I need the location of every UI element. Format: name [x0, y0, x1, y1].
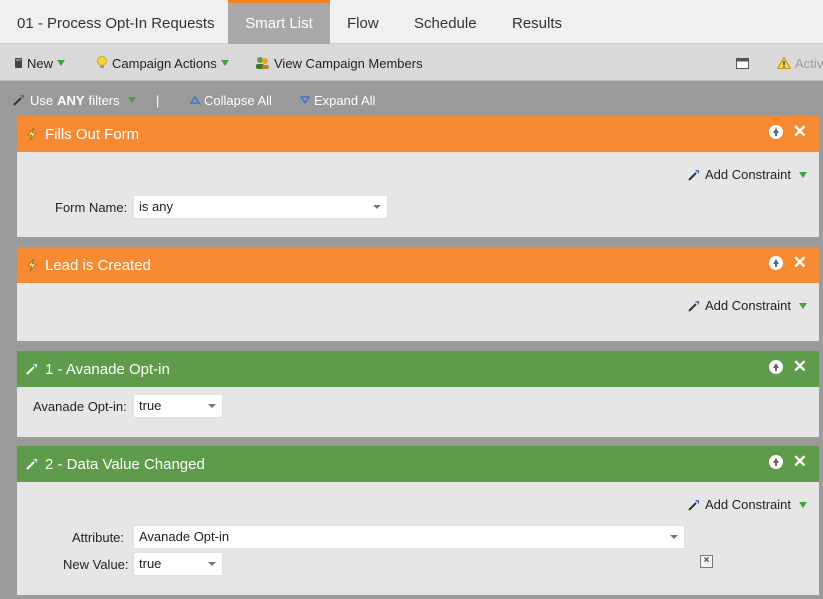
tab-bar: 01 - Process Opt-In Requests Smart List … [0, 0, 823, 44]
lightbulb-icon [97, 56, 107, 68]
warning-icon [777, 57, 791, 69]
add-constraint-label: Add Constraint [705, 298, 791, 313]
chevron-down-icon [373, 205, 381, 209]
filterbar-divider: | [156, 92, 160, 108]
add-constraint-label: Add Constraint [705, 167, 791, 182]
move-up-icon[interactable] [768, 256, 783, 270]
remove-constraint-icon[interactable]: × [700, 555, 713, 568]
attribute-value: Avanade Opt-in [139, 529, 230, 544]
new-value-label: New Value: [63, 557, 129, 572]
trigger-lightning-icon [27, 258, 37, 272]
chevron-down-icon [57, 60, 66, 66]
chevron-down-icon [799, 302, 807, 309]
filter-header[interactable]: Fills Out Form ✕ [17, 116, 819, 152]
expand-icon [300, 96, 310, 104]
view-campaign-members-button[interactable]: View Campaign Members [255, 54, 423, 72]
new-value-value: true [139, 556, 162, 571]
chevron-down-icon [127, 97, 136, 103]
filter-header[interactable]: 2 - Data Value Changed ✕ [17, 446, 819, 482]
toolbar: New Campaign Actions View Campaign Membe… [0, 44, 823, 120]
trigger-lightning-icon [27, 127, 37, 141]
campaign-actions-label: Campaign Actions [112, 55, 217, 71]
filter-title: Lead is Created [45, 256, 151, 274]
form-name-value: is any [139, 199, 173, 214]
add-constraint-button[interactable]: Add Constraint [687, 298, 807, 313]
tab-smart-list[interactable]: Smart List [228, 0, 330, 44]
avanade-opt-in-value: true [139, 398, 162, 413]
filter-wand-icon [688, 169, 699, 181]
filter-title: 2 - Data Value Changed [45, 455, 205, 473]
filter-header[interactable]: 1 - Avanade Opt-in ✕ [17, 351, 819, 387]
members-icon [256, 57, 269, 69]
filter-header[interactable]: Lead is Created ✕ [17, 247, 819, 283]
collapse-all-label: Collapse All [204, 92, 272, 108]
avanade-opt-in-label: Avanade Opt-in: [33, 399, 127, 414]
new-icon [15, 58, 22, 68]
attribute-label: Attribute: [72, 530, 125, 545]
close-icon[interactable]: ✕ [793, 358, 807, 375]
view-campaign-members-label: View Campaign Members [274, 55, 423, 71]
status-indicator: Activ [777, 54, 823, 72]
filter-wand-icon [688, 499, 699, 511]
window-button[interactable] [736, 54, 749, 72]
use-any-filters-button[interactable]: Use ANY filters [12, 91, 136, 109]
move-up-icon[interactable] [768, 455, 783, 469]
filter-wand-icon [26, 459, 37, 470]
form-name-select[interactable]: is any [133, 195, 388, 219]
filter-card-lead-is-created: Lead is Created ✕ Add Constraint [17, 247, 819, 341]
filter-card-avanade-opt-in: 1 - Avanade Opt-in ✕ Avanade Opt-in: tru… [17, 351, 819, 437]
campaign-actions-button[interactable]: Campaign Actions [96, 54, 229, 72]
close-icon[interactable]: ✕ [793, 453, 807, 470]
chevron-down-icon [799, 501, 807, 508]
new-label: New [27, 55, 54, 71]
filter-bar: Use ANY filters | Collapse All Expand Al… [0, 82, 823, 116]
filter-title: 1 - Avanade Opt-in [45, 360, 170, 378]
tab-schedule[interactable]: Schedule [414, 0, 477, 44]
add-constraint-button[interactable]: Add Constraint [687, 167, 807, 182]
tab-results[interactable]: Results [512, 0, 562, 44]
attribute-select[interactable]: Avanade Opt-in [133, 525, 685, 549]
avanade-opt-in-select[interactable]: true [133, 394, 223, 418]
window-icon [736, 57, 749, 69]
use-any-keyword: ANY [57, 92, 85, 108]
chevron-down-icon [670, 535, 678, 539]
new-button[interactable]: New [14, 54, 66, 72]
use-prefix: Use [30, 92, 54, 108]
tab-flow[interactable]: Flow [347, 0, 379, 44]
filter-wand-icon [13, 95, 24, 106]
chevron-down-icon [220, 60, 229, 66]
move-up-icon[interactable] [768, 125, 783, 139]
chevron-down-icon [208, 404, 216, 408]
expand-all-button[interactable]: Expand All [300, 91, 375, 109]
filter-wand-icon [26, 364, 37, 375]
new-value-select[interactable]: true [133, 552, 223, 576]
expand-all-label: Expand All [314, 92, 376, 108]
filter-card-fills-out-form: Fills Out Form ✕ Add Constraint Form Nam… [17, 116, 819, 237]
filter-title: Fills Out Form [45, 125, 140, 143]
filter-wand-icon [688, 300, 699, 312]
add-constraint-button[interactable]: Add Constraint [687, 497, 807, 512]
form-name-label: Form Name: [55, 200, 128, 215]
filter-card-data-value-changed: 2 - Data Value Changed ✕ Add Constraint … [17, 446, 819, 595]
close-icon[interactable]: ✕ [793, 254, 807, 271]
use-suffix: filters [88, 92, 120, 108]
collapse-icon [190, 96, 200, 104]
move-up-icon[interactable] [768, 360, 783, 374]
chevron-down-icon [799, 171, 807, 178]
tab-campaign-name[interactable]: 01 - Process Opt-In Requests [0, 0, 228, 44]
add-constraint-label: Add Constraint [705, 497, 791, 512]
chevron-down-icon [208, 562, 216, 566]
close-icon[interactable]: ✕ [793, 123, 807, 140]
status-label: Activ [795, 55, 823, 71]
collapse-all-button[interactable]: Collapse All [190, 91, 272, 109]
